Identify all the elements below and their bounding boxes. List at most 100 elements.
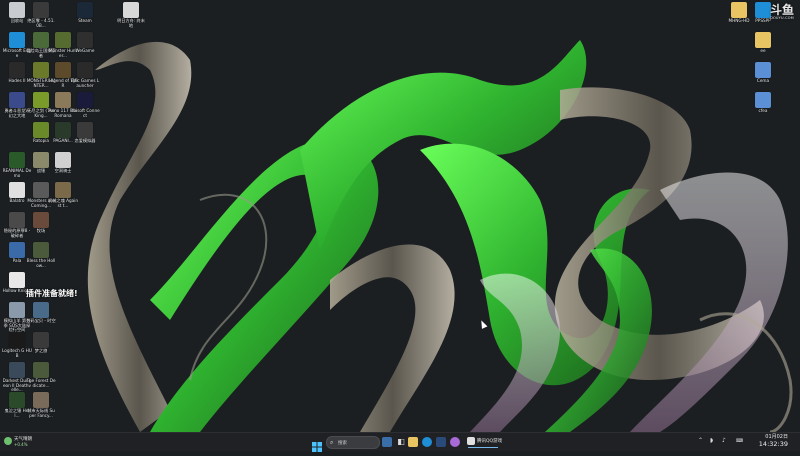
app-icon (9, 332, 25, 348)
app-icon (33, 92, 49, 108)
weather-temp: +0.4% (14, 442, 28, 447)
app-icon (77, 122, 93, 138)
chevron-up-icon[interactable]: ⌃ (698, 437, 703, 451)
app-icon (33, 332, 49, 348)
windows-logo-icon (312, 442, 322, 452)
desktop-icon[interactable]: WeGame (70, 32, 100, 54)
plugin-ready-overlay: 插件准备就绪! (26, 289, 78, 298)
desktop-icon-label: WeGame (75, 48, 95, 53)
app-icon (9, 392, 25, 408)
active-indicator (468, 447, 498, 448)
app-icon (9, 32, 25, 48)
desktop-icon[interactable]: 梦之旅 (26, 332, 56, 354)
taskbar-search-box[interactable]: ⌕ 搜索 (326, 436, 380, 449)
file-explorer-icon[interactable] (408, 437, 418, 447)
desktop-icon-label: The Forest Dedicate... (26, 378, 56, 388)
watermark-main: 斗鱼 (769, 3, 794, 17)
desktop-icon[interactable]: 明日方舟: 终末地 (116, 2, 146, 28)
app-icon (55, 32, 71, 48)
app-icon (55, 62, 71, 78)
app-icon (55, 182, 71, 198)
desktop-icon[interactable]: The Forest Dedicate... (26, 362, 56, 388)
desktop-icon[interactable]: 绝区零 - 4.51.0B... (26, 2, 56, 28)
app-icon (9, 152, 25, 168)
app-icon (9, 302, 25, 318)
desktop-icon-label: 空洞骑士 (54, 168, 72, 173)
desktop-icon-label: 机械之魂 Against t... (48, 198, 78, 208)
discord-icon[interactable] (450, 437, 460, 447)
start-button[interactable] (312, 437, 322, 452)
desktop-icon-label: 牧场 (36, 228, 46, 233)
folder-icon (731, 2, 747, 18)
desktop-icon-label: ee (760, 48, 766, 53)
steam-taskbar-icon[interactable] (436, 437, 446, 447)
app-icon (33, 182, 49, 198)
desktop-icon[interactable]: 恋爱模拟器 (70, 122, 100, 144)
app-icon (55, 92, 71, 108)
weather-icon (4, 437, 12, 445)
desktop-icon-label: Epic Games Launcher (70, 78, 100, 88)
photos-icon[interactable] (382, 437, 392, 447)
desktop-icon[interactable]: cfea (748, 92, 778, 114)
active-app-button[interactable]: 腾讯QQ游戏 (466, 436, 503, 448)
app-icon (9, 92, 25, 108)
app-icon (33, 152, 49, 168)
desktop-icon[interactable]: 机械之魂 Against t... (48, 182, 78, 208)
desktop-icon[interactable]: Bless the Hollow... (26, 242, 56, 268)
app-icon (77, 32, 93, 48)
desktop-icon[interactable]: Steam (70, 2, 100, 24)
desktop-icon-label: 梦之旅 (34, 348, 48, 353)
active-app-label: 腾讯QQ游戏 (477, 439, 503, 444)
speaker-icon[interactable]: ♪ (722, 437, 726, 451)
desktop-icon[interactable]: 城市天际线 Super Fancy... (26, 392, 56, 418)
desktop-icon-label: 城市天际线 Super Fancy... (27, 408, 55, 418)
desktop-icon[interactable]: 牧场 (26, 212, 56, 234)
desktop-icon-label: 数码宝贝 - 时空 (26, 318, 56, 323)
desktop-icon-label: Ubisoft Connect (70, 108, 100, 118)
app-icon (9, 242, 25, 258)
app-icon (55, 122, 71, 138)
desktop-icon[interactable]: 空洞骑士 (48, 152, 78, 174)
desktop-icon[interactable]: Ubisoft Connect (70, 92, 100, 118)
clock-time: 14:32:39 (758, 440, 788, 448)
edge-icon[interactable] (422, 437, 432, 447)
desktop-icon[interactable]: Epic Games Launcher (70, 62, 100, 88)
folder-icon (755, 92, 771, 108)
watermark-sub: DOUYU.COM (770, 16, 794, 20)
folder-icon (755, 2, 771, 18)
desktop-icon[interactable]: 数码宝贝 - 时空 (26, 302, 56, 324)
app-icon (77, 2, 93, 18)
app-icon (55, 152, 71, 168)
taskbar-clock[interactable]: 01月02日 14:32:39 (748, 434, 788, 448)
app-icon (9, 212, 25, 228)
desktop-icon-label: Cema (756, 78, 770, 83)
desktop-icon-label: 明日方舟: 终末地 (117, 18, 145, 28)
search-icon: ⌕ (330, 439, 334, 446)
desktop-icon[interactable]: ee (748, 32, 778, 54)
folder-icon (755, 32, 771, 48)
app-icon (33, 2, 49, 18)
desktop-icon-label: 恋爱模拟器 (74, 138, 96, 143)
desktop-icon-label: 绝区零 - 4.51.0B... (27, 18, 55, 28)
weather-widget[interactable]: 天气晴朗 +0.4% (4, 434, 44, 448)
app-icon (9, 272, 25, 288)
app-icon (33, 302, 49, 318)
app-icon (33, 392, 49, 408)
app-icon (9, 362, 25, 378)
app-icon (9, 2, 25, 18)
folder-icon (755, 62, 771, 78)
desktop-icon[interactable]: Cema (748, 62, 778, 84)
app-icon (467, 437, 475, 445)
wifi-icon[interactable]: ◗ (710, 437, 713, 451)
douyu-watermark: 斗鱼 DOUYU.COM (770, 4, 794, 20)
app-icon (33, 122, 49, 138)
task-view-icon[interactable]: ◧ (396, 437, 406, 447)
app-icon (9, 62, 25, 78)
app-icon (77, 62, 93, 78)
app-icon (33, 362, 49, 378)
app-icon (123, 2, 139, 18)
search-placeholder: 搜索 (338, 441, 347, 446)
desktop-wallpaper (0, 0, 800, 432)
app-icon (33, 212, 49, 228)
desktop-icon-label: Bless the Hollow... (26, 258, 56, 268)
